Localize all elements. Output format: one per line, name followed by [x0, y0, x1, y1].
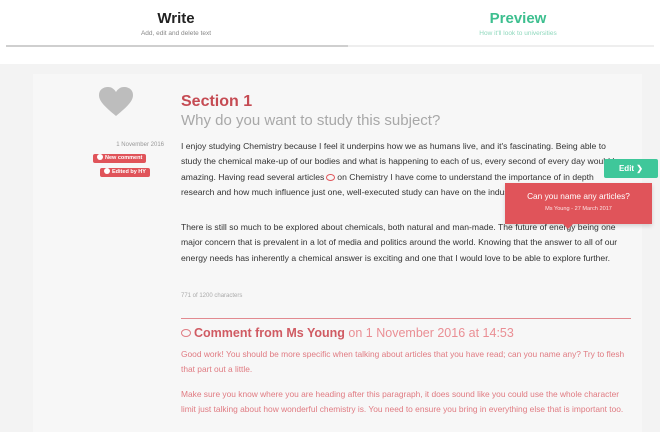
- tab-preview-title: Preview: [489, 10, 547, 27]
- edited-by-badge[interactable]: Edited by HY: [100, 168, 150, 177]
- section-question: Why do you want to study this subject?: [181, 112, 441, 129]
- comment-date: on 1 November 2016 at 14:53: [348, 326, 514, 340]
- tooltip-meta: Ms Young - 27 March 2017: [545, 206, 612, 212]
- comment-bubble-icon: [181, 329, 191, 337]
- content-area: 1 November 2016 New comment Edited by HY…: [0, 64, 660, 432]
- comment-text-2: Make sure you know where you are heading…: [181, 389, 624, 415]
- edit-badge-icon: [104, 168, 110, 174]
- tab-preview-subtitle: How it'll look to universities: [479, 30, 557, 37]
- tooltip-title: Can you name any articles?: [527, 191, 630, 201]
- heart-icon[interactable]: [99, 87, 133, 117]
- comment-divider: [181, 318, 631, 319]
- tab-preview-underline: [348, 45, 654, 47]
- comment-header: Comment from Ms Young on 1 November 2016…: [181, 326, 514, 340]
- character-count: 771 of 1200 characters: [181, 293, 243, 299]
- edit-button[interactable]: Edit ❯: [604, 159, 658, 178]
- section-title: Section 1: [181, 93, 253, 110]
- answer-paragraph-2: There is still so much to be explored ab…: [181, 222, 618, 263]
- tooltip-arrow: [563, 224, 573, 229]
- new-comment-badge[interactable]: New comment: [93, 154, 147, 163]
- tab-write-subtitle: Add, edit and delete text: [140, 30, 212, 37]
- comment-tooltip: Can you name any articles? Ms Young - 27…: [505, 183, 652, 224]
- tab-write-underline: [6, 45, 348, 47]
- comment-text-1: Good work! You should be more specific w…: [181, 349, 625, 375]
- new-comment-label: New comment: [105, 155, 143, 161]
- tab-preview[interactable]: Preview How it'll look to universities: [428, 10, 608, 39]
- section-date: 1 November 2016: [116, 142, 164, 148]
- inline-comment-icon[interactable]: [326, 173, 336, 181]
- tab-write-title: Write: [157, 10, 195, 27]
- comment-badge-icon: [97, 154, 103, 160]
- tab-bar: Write Add, edit and delete text Preview …: [0, 0, 660, 62]
- edited-by-label: Edited by HY: [112, 169, 146, 175]
- comment-author: Comment from Ms Young: [194, 326, 345, 340]
- tab-write[interactable]: Write Add, edit and delete text: [86, 10, 266, 39]
